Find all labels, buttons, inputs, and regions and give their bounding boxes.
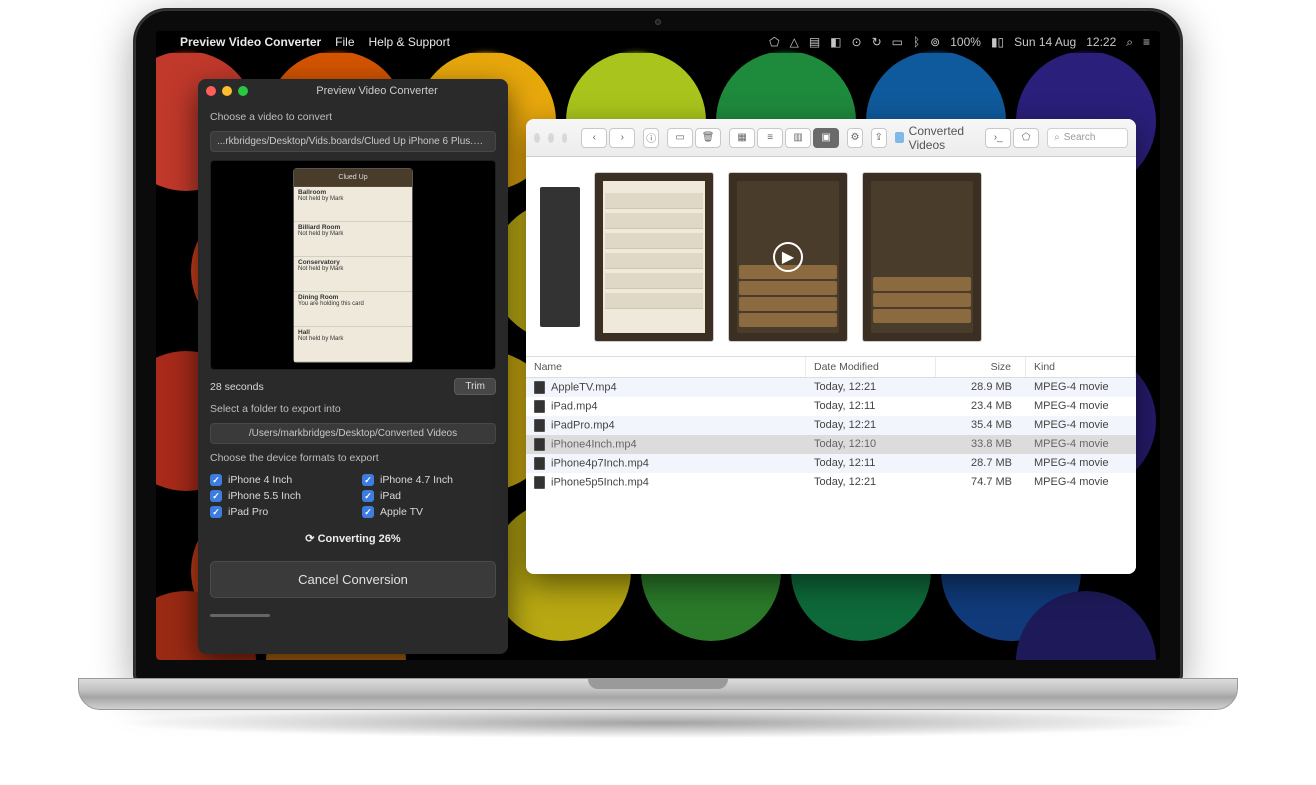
formats-label: Choose the device formats to export: [210, 452, 496, 464]
folder-icon: [895, 132, 904, 143]
checkbox-checked-icon: ✓: [210, 490, 222, 502]
format-checkbox[interactable]: ✓iPad: [362, 490, 496, 502]
spotlight-icon[interactable]: ⌕: [1126, 35, 1133, 50]
minimize-icon[interactable]: [548, 133, 554, 143]
converter-title: Preview Video Converter: [254, 85, 500, 97]
col-kind[interactable]: Kind: [1026, 357, 1136, 377]
bluetooth-icon[interactable]: ᛒ: [913, 35, 920, 49]
checkbox-checked-icon: ✓: [210, 474, 222, 486]
close-icon[interactable]: [206, 86, 216, 96]
video-duration: 28 seconds: [210, 381, 448, 393]
dropbox-tb-icon[interactable]: ⬠: [1013, 128, 1039, 148]
wifi-icon[interactable]: ⊚: [930, 35, 940, 49]
laptop-camera: [655, 19, 661, 25]
thumbnail[interactable]: [540, 187, 580, 327]
table-row[interactable]: AppleTV.mp4Today, 12:2128.9 MBMPEG-4 mov…: [526, 378, 1136, 397]
format-checkbox[interactable]: ✓iPhone 4.7 Inch: [362, 474, 496, 486]
export-path-field[interactable]: /Users/markbridges/Desktop/Converted Vid…: [210, 423, 496, 444]
checkbox-checked-icon: ✓: [362, 506, 374, 518]
menu-extra-icon[interactable]: ▤: [809, 35, 820, 49]
trim-button[interactable]: Trim: [454, 378, 496, 395]
search-icon: ⌕: [1054, 132, 1060, 143]
format-checkbox[interactable]: ✓iPhone 5.5 Inch: [210, 490, 344, 502]
timemachine-icon[interactable]: ↻: [872, 35, 882, 49]
file-icon: [534, 438, 545, 451]
file-icon: [534, 457, 545, 470]
gdrive-icon[interactable]: △: [790, 35, 799, 49]
col-size[interactable]: Size: [936, 357, 1026, 377]
finder-gallery[interactable]: [526, 157, 1136, 357]
table-row[interactable]: iPhone4Inch.mp4Today, 12:1033.8 MBMPEG-4…: [526, 435, 1136, 454]
preview-heading: Clued Up: [294, 169, 412, 187]
view-list-button[interactable]: ≡: [757, 128, 783, 148]
terminal-icon[interactable]: ›_: [985, 128, 1011, 148]
export-folder-label: Select a folder to export into: [210, 403, 496, 415]
battery-percent[interactable]: 100%: [950, 35, 981, 49]
minimize-icon[interactable]: [222, 86, 232, 96]
format-checkbox[interactable]: ✓Apple TV: [362, 506, 496, 518]
macos-menubar: Preview Video Converter File Help & Supp…: [156, 31, 1160, 53]
battery-icon[interactable]: ▮▯: [991, 35, 1004, 49]
new-folder-icon[interactable]: ▭: [667, 128, 693, 148]
nav-forward-button[interactable]: ›: [609, 128, 635, 148]
file-icon: [534, 400, 545, 413]
trash-icon[interactable]: 🗑: [695, 128, 721, 148]
dropbox-icon[interactable]: ⬠: [769, 35, 779, 49]
col-modified[interactable]: Date Modified: [806, 357, 936, 377]
menu-extra-icon[interactable]: ⊙: [852, 35, 862, 49]
share-icon[interactable]: ⇪: [871, 128, 887, 148]
table-row[interactable]: iPad.mp4Today, 12:1123.4 MBMPEG-4 movie: [526, 397, 1136, 416]
info-icon[interactable]: ⓘ: [643, 128, 659, 148]
file-icon: [534, 476, 545, 489]
finder-toolbar: ‹ › ⓘ ▭ 🗑 ▦ ≡ ▥ ▣ ⚙ ⇪: [526, 119, 1136, 157]
close-icon[interactable]: [534, 133, 540, 143]
checkbox-checked-icon: ✓: [210, 506, 222, 518]
conversion-status: ⟳ Converting 26%: [210, 532, 496, 545]
zoom-icon[interactable]: [238, 86, 248, 96]
finder-window: ‹ › ⓘ ▭ 🗑 ▦ ≡ ▥ ▣ ⚙ ⇪: [526, 119, 1136, 574]
format-checkbox[interactable]: ✓iPhone 4 Inch: [210, 474, 344, 486]
scroll-indicator[interactable]: [210, 614, 270, 617]
video-preview[interactable]: Clued Up BallroomNot held by Mark Billia…: [210, 160, 496, 370]
converter-titlebar[interactable]: Preview Video Converter: [198, 79, 508, 103]
arrange-icon[interactable]: ⚙: [847, 128, 863, 148]
table-row[interactable]: iPadPro.mp4Today, 12:2135.4 MBMPEG-4 mov…: [526, 416, 1136, 435]
checkbox-checked-icon: ✓: [362, 474, 374, 486]
view-icons-button[interactable]: ▦: [729, 128, 755, 148]
file-icon: [534, 419, 545, 432]
view-gallery-button[interactable]: ▣: [813, 128, 839, 148]
menubar-time[interactable]: 12:22: [1086, 35, 1116, 49]
checkbox-checked-icon: ✓: [362, 490, 374, 502]
input-path-field[interactable]: ...rkbridges/Desktop/Vids.boards/Clued U…: [210, 131, 496, 152]
converter-window: Preview Video Converter Choose a video t…: [198, 79, 508, 654]
menubar-help[interactable]: Help & Support: [369, 35, 450, 49]
table-row[interactable]: iPhone4p7Inch.mp4Today, 12:1128.7 MBMPEG…: [526, 454, 1136, 473]
format-checkbox[interactable]: ✓iPad Pro: [210, 506, 344, 518]
file-icon: [534, 381, 545, 394]
thumbnail[interactable]: [594, 172, 714, 342]
choose-video-label: Choose a video to convert: [210, 111, 496, 123]
menu-extra-icon[interactable]: ◧: [830, 35, 841, 49]
finder-folder-title: Converted Videos: [909, 124, 969, 152]
finder-search-input[interactable]: ⌕ Search: [1047, 128, 1128, 148]
display-icon[interactable]: ▭: [892, 35, 903, 49]
thumbnail-selected[interactable]: [728, 172, 848, 342]
cancel-conversion-button[interactable]: Cancel Conversion: [210, 561, 496, 598]
menubar-app-name[interactable]: Preview Video Converter: [180, 35, 321, 49]
nav-back-button[interactable]: ‹: [581, 128, 607, 148]
view-columns-button[interactable]: ▥: [785, 128, 811, 148]
col-name[interactable]: Name: [526, 357, 806, 377]
zoom-icon[interactable]: [562, 133, 568, 143]
table-row[interactable]: iPhone5p5Inch.mp4Today, 12:2174.7 MBMPEG…: [526, 473, 1136, 492]
finder-list-header[interactable]: Name Date Modified Size Kind: [526, 357, 1136, 378]
notification-center-icon[interactable]: ≡: [1143, 35, 1150, 49]
menubar-file[interactable]: File: [335, 35, 354, 49]
thumbnail[interactable]: [862, 172, 982, 342]
menubar-date[interactable]: Sun 14 Aug: [1014, 35, 1076, 49]
